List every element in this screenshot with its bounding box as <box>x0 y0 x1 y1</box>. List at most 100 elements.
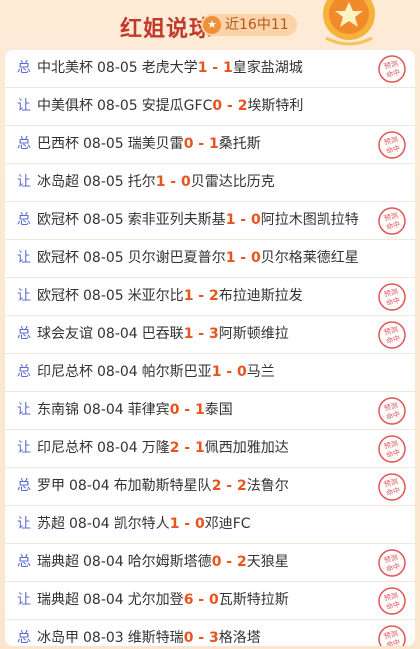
match-row[interactable]: 让苏超 08-04 凯尔特人1 - 0邓迪FC <box>5 506 415 544</box>
match-date: 08-05 <box>83 174 124 190</box>
league-name: 印尼总杯 <box>37 440 93 456</box>
match-date: 08-03 <box>83 630 124 646</box>
away-team: 泰国 <box>204 402 233 418</box>
hit-stamp-icon: 预测命中 <box>378 55 406 83</box>
away-team: 贝尔格莱德红星 <box>260 250 359 266</box>
match-date: 08-04 <box>83 554 124 570</box>
record-badge-label: 近16中11 <box>225 17 289 33</box>
away-score: 1 <box>223 60 233 76</box>
score-separator: - <box>221 554 237 570</box>
away-score: 2 <box>237 98 248 114</box>
away-score: 0 <box>237 364 247 380</box>
score-separator: - <box>193 288 209 304</box>
match-row[interactable]: 让欧冠杯 08-05 米亚尔比1 - 2布拉迪斯拉发 预测 命中 <box>5 278 415 316</box>
match-row[interactable]: 总中北美杯 08-05 老虎大学1 - 1皇家盐湖城 预测 命中 <box>5 50 415 88</box>
away-score: 3 <box>209 630 219 646</box>
league-name: 东南锦 <box>37 402 79 418</box>
home-score: 0 <box>183 630 194 646</box>
away-score: 1 <box>209 136 219 152</box>
match-row[interactable]: 总瑞典超 08-04 哈尔姆斯塔德0 - 2天狼星 预测 命中 <box>5 544 415 582</box>
match-date: 08-05 <box>83 288 124 304</box>
league-name: 球会友谊 <box>37 326 93 342</box>
pick-type: 让 <box>17 592 31 608</box>
home-score: 1 <box>197 60 208 76</box>
pick-type: 让 <box>17 516 31 532</box>
away-score: 0 <box>195 516 205 532</box>
match-date: 08-04 <box>83 592 124 608</box>
home-score: 0 <box>212 98 223 114</box>
pick-type: 让 <box>17 174 31 190</box>
home-team: 万隆 <box>141 440 170 456</box>
hit-stamp-icon: 预测命中 <box>378 321 406 349</box>
home-team: 哈尔姆斯塔德 <box>127 554 212 570</box>
league-name: 欧冠杯 <box>37 250 79 266</box>
match-date: 08-05 <box>83 250 124 266</box>
away-team: 马兰 <box>246 364 275 380</box>
league-name: 印尼总杯 <box>37 364 93 380</box>
match-row[interactable]: 让冰岛超 08-05 托尔1 - 0贝雷达比历克 <box>5 164 415 202</box>
league-name: 罗甲 <box>37 478 65 494</box>
match-row[interactable]: 让印尼总杯 08-04 万隆2 - 1佩西加雅加达 预测 命中 <box>5 430 415 468</box>
pick-type: 总 <box>17 136 31 152</box>
match-row[interactable]: 总欧冠杯 08-05 索非亚列夫斯基1 - 0阿拉木图凯拉特 预测 命中 <box>5 202 415 240</box>
hit-stamp-icon: 预测命中 <box>378 625 406 646</box>
score-separator: - <box>235 212 251 228</box>
home-score: 1 <box>183 288 194 304</box>
match-list: 总中北美杯 08-05 老虎大学1 - 1皇家盐湖城 预测 命中让中美俱杯 08-05 安提… <box>5 50 415 646</box>
league-name: 中美俱杯 <box>37 98 93 114</box>
header: 红姐说球 ★ 近16中11 <box>0 0 420 48</box>
away-team: 桑托斯 <box>218 136 261 152</box>
away-team: 格洛塔 <box>218 630 261 646</box>
score-separator: - <box>207 60 223 76</box>
score-separator: - <box>179 440 195 456</box>
match-row[interactable]: 让瑞典超 08-04 尤尔加登6 - 0瓦斯特拉斯 预测 命中 <box>5 582 415 620</box>
away-score: 2 <box>237 554 247 570</box>
score-separator: - <box>193 326 209 342</box>
match-row[interactable]: 总罗甲 08-04 布加勒斯特星队2 - 2法鲁尔 预测 命中 <box>5 468 415 506</box>
pick-type: 总 <box>17 364 31 380</box>
hit-stamp-icon: 预测命中 <box>378 207 406 235</box>
match-row[interactable]: 总印尼总杯 08-04 帕尔斯巴亚1 - 0马兰 <box>5 354 415 392</box>
match-row[interactable]: 让中美俱杯 08-05 安提瓜GFC0 - 2埃斯特利 <box>5 88 415 126</box>
match-date: 08-05 <box>97 60 138 76</box>
away-score: 1 <box>195 402 205 418</box>
match-date: 08-04 <box>97 364 138 380</box>
home-score: 1 <box>211 364 222 380</box>
pick-type: 总 <box>17 326 31 342</box>
pick-type: 让 <box>17 250 31 266</box>
pick-type: 让 <box>17 98 31 114</box>
score-separator: - <box>179 402 195 418</box>
hit-stamp-icon: 预测命中 <box>378 549 406 577</box>
league-name: 冰岛超 <box>37 174 79 190</box>
match-row[interactable]: 让东南锦 08-04 菲律宾0 - 1泰国 预测 命中 <box>5 392 415 430</box>
home-score: 6 <box>183 592 194 608</box>
home-team: 凯尔特人 <box>113 516 170 532</box>
match-row[interactable]: 让欧冠杯 08-05 贝尔谢巴夏普尔1 - 0贝尔格莱德红星 <box>5 240 415 278</box>
league-name: 苏超 <box>37 516 65 532</box>
home-team: 安提瓜GFC <box>141 98 213 114</box>
away-team: 布拉迪斯拉发 <box>218 288 303 304</box>
home-team: 老虎大学 <box>141 60 198 76</box>
match-row[interactable]: 总球会友谊 08-04 巴吞联1 - 3阿斯顿维拉 预测 命中 <box>5 316 415 354</box>
home-team: 尤尔加登 <box>127 592 184 608</box>
home-score: 2 <box>169 440 180 456</box>
pick-type: 让 <box>17 288 31 304</box>
away-score: 0 <box>181 174 191 190</box>
home-team: 贝尔谢巴夏普尔 <box>127 250 226 266</box>
home-score: 1 <box>225 250 236 266</box>
league-name: 中北美杯 <box>37 60 93 76</box>
home-team: 菲律宾 <box>127 402 170 418</box>
away-score: 0 <box>251 250 261 266</box>
match-date: 08-04 <box>69 478 110 494</box>
match-row[interactable]: 总巴西杯 08-05 瑞美贝雷0 - 1桑托斯 预测 命中 <box>5 126 415 164</box>
match-date: 08-04 <box>97 440 138 456</box>
home-score: 0 <box>211 554 222 570</box>
score-separator: - <box>193 592 209 608</box>
score-separator: - <box>221 478 237 494</box>
match-row[interactable]: 总冰岛甲 08-03 维斯特瑞0 - 3格洛塔 预测 命中 <box>5 620 415 646</box>
home-team: 帕尔斯巴亚 <box>141 364 212 380</box>
away-team: 皇家盐湖城 <box>232 60 303 76</box>
away-score: 0 <box>209 592 219 608</box>
home-team: 索非亚列夫斯基 <box>127 212 226 228</box>
score-separator: - <box>221 364 237 380</box>
